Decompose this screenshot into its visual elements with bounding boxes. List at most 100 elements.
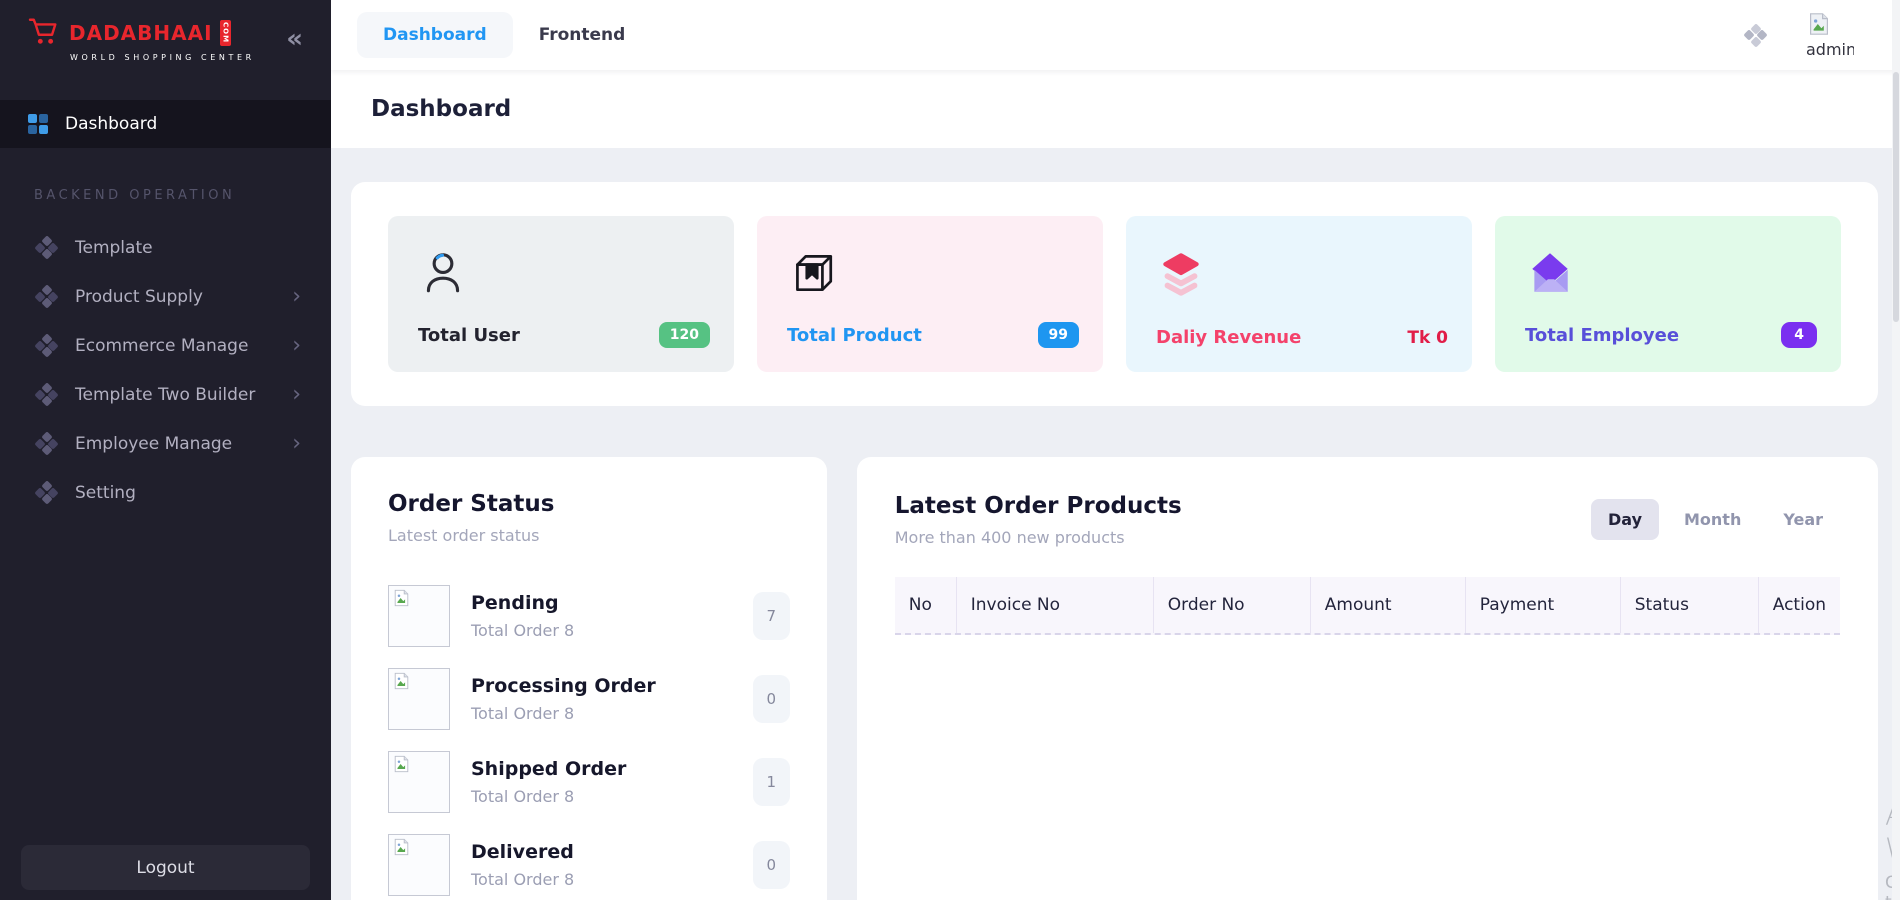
- dashboard-app: DADABHAAI COM WORLD SHOPPING CENTER « Da…: [0, 0, 1900, 900]
- latest-orders-title: Latest Order Products: [895, 493, 1182, 519]
- column-header-status: Status: [1621, 577, 1759, 633]
- stat-label: Total Employee: [1525, 325, 1679, 346]
- stat-label: Total Product: [787, 325, 922, 346]
- cart-icon: [28, 16, 62, 50]
- order-count-badge: 1: [753, 758, 790, 806]
- order-status-title: Order Status: [388, 491, 790, 517]
- diamond-cluster-icon: [36, 237, 57, 258]
- sidebar-header: DADABHAAI COM WORLD SHOPPING CENTER «: [0, 0, 331, 78]
- filter-day-button[interactable]: Day: [1591, 499, 1659, 540]
- stat-value-text: Tk 0: [1407, 328, 1448, 348]
- sidebar-item-label: Ecommerce Manage: [75, 336, 248, 356]
- dashboard-grid-icon: [28, 114, 48, 134]
- page-title: Dashboard: [371, 96, 511, 122]
- order-status-name: Processing Order: [471, 675, 656, 697]
- sidebar-item-template[interactable]: Template: [0, 223, 331, 272]
- order-status-item-shipped: Shipped Order Total Order 8 1: [388, 751, 790, 813]
- column-header-no: No: [895, 577, 957, 633]
- stat-value-badge: 4: [1781, 322, 1817, 348]
- sidebar-collapse-icon[interactable]: «: [286, 26, 303, 52]
- sidebar-item-label: Setting: [75, 483, 136, 503]
- orders-table: No Invoice No Order No Amount Payment St…: [895, 577, 1840, 635]
- tab-frontend[interactable]: Frontend: [513, 12, 652, 58]
- sidebar-menu: Template Product Supply › Ecommerce Mana…: [0, 223, 331, 517]
- sidebar-item-product-supply[interactable]: Product Supply ›: [0, 272, 331, 321]
- user-avatar[interactable]: admin: [1806, 12, 1854, 59]
- sidebar-item-label: Dashboard: [65, 114, 157, 134]
- order-status-subtitle: Latest order status: [388, 526, 790, 545]
- sidebar-item-template-two-builder[interactable]: Template Two Builder ›: [0, 370, 331, 419]
- sidebar-item-ecommerce-manage[interactable]: Ecommerce Manage ›: [0, 321, 331, 370]
- order-status-name: Shipped Order: [471, 758, 626, 780]
- brand-tagline: WORLD SHOPPING CENTER: [70, 53, 255, 62]
- period-filter-group: Day Month Year: [1591, 499, 1840, 540]
- broken-image-placeholder: [388, 834, 450, 896]
- broken-image-icon: [1806, 12, 1832, 40]
- stat-card-total-user: Total User 120: [388, 216, 734, 372]
- column-header-invoice-no: Invoice No: [957, 577, 1154, 633]
- user-icon: [418, 248, 468, 302]
- sidebar-item-dashboard[interactable]: Dashboard: [0, 100, 331, 148]
- logout-button[interactable]: Logout: [21, 845, 310, 890]
- order-status-item-processing: Processing Order Total Order 8 0: [388, 668, 790, 730]
- brand-logo[interactable]: DADABHAAI COM WORLD SHOPPING CENTER: [28, 16, 255, 62]
- brand-name: DADABHAAI: [69, 21, 213, 45]
- filter-month-button[interactable]: Month: [1667, 499, 1758, 540]
- column-header-payment: Payment: [1466, 577, 1621, 633]
- sidebar-item-label: Employee Manage: [75, 434, 232, 454]
- stat-card-total-product: Total Product 99: [757, 216, 1103, 372]
- stat-card-total-employee: Total Employee 4: [1495, 216, 1841, 372]
- order-status-name: Delivered: [471, 841, 574, 863]
- order-count-badge: 0: [753, 675, 790, 723]
- sidebar-item-label: Product Supply: [75, 287, 203, 307]
- sidebar-section-label: BACKEND OPERATION: [34, 188, 331, 203]
- chevron-right-icon: ›: [292, 335, 301, 357]
- mail-icon: [1525, 248, 1575, 302]
- sidebar-item-setting[interactable]: Setting: [0, 468, 331, 517]
- broken-image-placeholder: [388, 751, 450, 813]
- latest-orders-panel: Latest Order Products More than 400 new …: [857, 457, 1878, 900]
- order-status-total: Total Order 8: [471, 870, 574, 889]
- vertical-scrollbar[interactable]: [1892, 0, 1900, 900]
- sidebar-item-label: Template: [75, 238, 153, 258]
- sidebar: DADABHAAI COM WORLD SHOPPING CENTER « Da…: [0, 0, 331, 900]
- chevron-right-icon: ›: [292, 286, 301, 308]
- stat-value-badge: 99: [1038, 322, 1079, 348]
- column-header-order-no: Order No: [1154, 577, 1311, 633]
- tab-dashboard[interactable]: Dashboard: [357, 12, 513, 58]
- main-area: Dashboard Frontend admin: [331, 0, 1900, 900]
- stat-label: Total User: [418, 325, 520, 346]
- chevron-right-icon: ›: [292, 433, 301, 455]
- filter-year-button[interactable]: Year: [1766, 499, 1840, 540]
- broken-image-placeholder: [388, 668, 450, 730]
- order-status-item-pending: Pending Total Order 8 7: [388, 585, 790, 647]
- scrollbar-thumb[interactable]: [1893, 72, 1899, 322]
- stats-container: Total User 120 Total Produc: [351, 182, 1878, 406]
- order-count-badge: 0: [753, 841, 790, 889]
- column-header-amount: Amount: [1311, 577, 1466, 633]
- diamond-cluster-icon: [36, 335, 57, 356]
- diamond-cluster-icon: [36, 433, 57, 454]
- user-name: admin: [1806, 40, 1854, 59]
- sidebar-item-employee-manage[interactable]: Employee Manage ›: [0, 419, 331, 468]
- diamond-cluster-icon: [36, 482, 57, 503]
- order-count-badge: 7: [753, 592, 790, 640]
- stat-value-badge: 120: [659, 322, 710, 348]
- page-title-band: Dashboard: [331, 70, 1900, 148]
- diamond-cluster-icon: [36, 286, 57, 307]
- layers-icon: [1156, 248, 1206, 302]
- order-status-name: Pending: [471, 592, 574, 614]
- orders-table-header: No Invoice No Order No Amount Payment St…: [895, 577, 1840, 635]
- content: Total User 120 Total Produc: [331, 148, 1900, 900]
- apps-diamond-icon[interactable]: [1745, 25, 1766, 46]
- chevron-right-icon: ›: [292, 384, 301, 406]
- latest-orders-subtitle: More than 400 new products: [895, 528, 1182, 547]
- stat-card-daily-revenue: Daliy Revenue Tk 0: [1126, 216, 1472, 372]
- stat-label: Daliy Revenue: [1156, 327, 1301, 348]
- order-status-total: Total Order 8: [471, 787, 626, 806]
- brand-suffix: COM: [220, 20, 231, 45]
- sidebar-item-label: Template Two Builder: [75, 385, 255, 405]
- topbar: Dashboard Frontend admin: [331, 0, 1900, 70]
- order-status-item-delivered: Delivered Total Order 8 0: [388, 834, 790, 896]
- diamond-cluster-icon: [36, 384, 57, 405]
